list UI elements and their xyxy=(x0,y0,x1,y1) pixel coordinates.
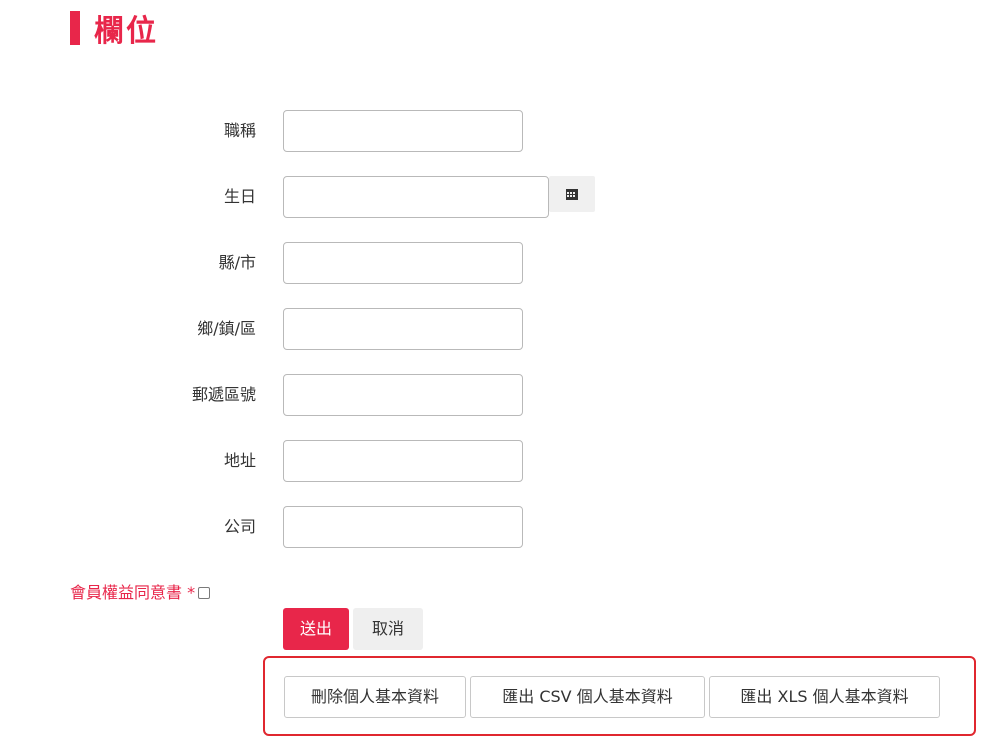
submit-button[interactable]: 送出 xyxy=(283,608,349,650)
delete-personal-data-button[interactable]: 刪除個人基本資料 xyxy=(284,676,466,718)
postal-code-label: 郵遞區號 xyxy=(191,385,256,404)
consent-row: 會員權益同意書 * xyxy=(70,578,211,604)
address-input[interactable] xyxy=(283,440,523,482)
district-input[interactable] xyxy=(283,308,523,350)
district-label: 鄉/鎮/區 xyxy=(197,319,256,338)
date-picker-button[interactable] xyxy=(549,176,595,212)
export-csv-button[interactable]: 匯出 CSV 個人基本資料 xyxy=(470,676,705,718)
field-row-city: 縣/市 xyxy=(0,242,996,284)
city-input[interactable] xyxy=(283,242,523,284)
field-row-company: 公司 xyxy=(0,506,996,548)
address-label: 地址 xyxy=(223,451,256,470)
birthday-input[interactable] xyxy=(283,176,549,218)
postal-code-input[interactable] xyxy=(283,374,523,416)
city-label: 縣/市 xyxy=(218,253,256,272)
calendar-icon xyxy=(566,188,578,200)
consent-checkbox[interactable] xyxy=(198,587,211,599)
company-input[interactable] xyxy=(283,506,523,548)
company-label: 公司 xyxy=(223,517,256,536)
job-title-label: 職稱 xyxy=(223,121,256,140)
section-header: 欄位 xyxy=(70,8,158,49)
export-xls-button[interactable]: 匯出 XLS 個人基本資料 xyxy=(709,676,940,718)
title-accent-bar xyxy=(70,11,80,45)
field-row-job-title: 職稱 xyxy=(0,110,996,152)
field-row-birthday: 生日 xyxy=(0,176,996,218)
data-actions-panel: 刪除個人基本資料 匯出 CSV 個人基本資料 匯出 XLS 個人基本資料 xyxy=(263,656,976,736)
job-title-input[interactable] xyxy=(283,110,523,152)
birthday-label: 生日 xyxy=(223,187,256,206)
page-title: 欄位 xyxy=(94,14,158,49)
field-row-district: 鄉/鎮/區 xyxy=(0,308,996,350)
field-row-address: 地址 xyxy=(0,440,996,482)
cancel-button[interactable]: 取消 xyxy=(353,608,423,650)
field-row-postal-code: 郵遞區號 xyxy=(0,374,996,416)
consent-label: 會員權益同意書 * xyxy=(70,583,196,602)
